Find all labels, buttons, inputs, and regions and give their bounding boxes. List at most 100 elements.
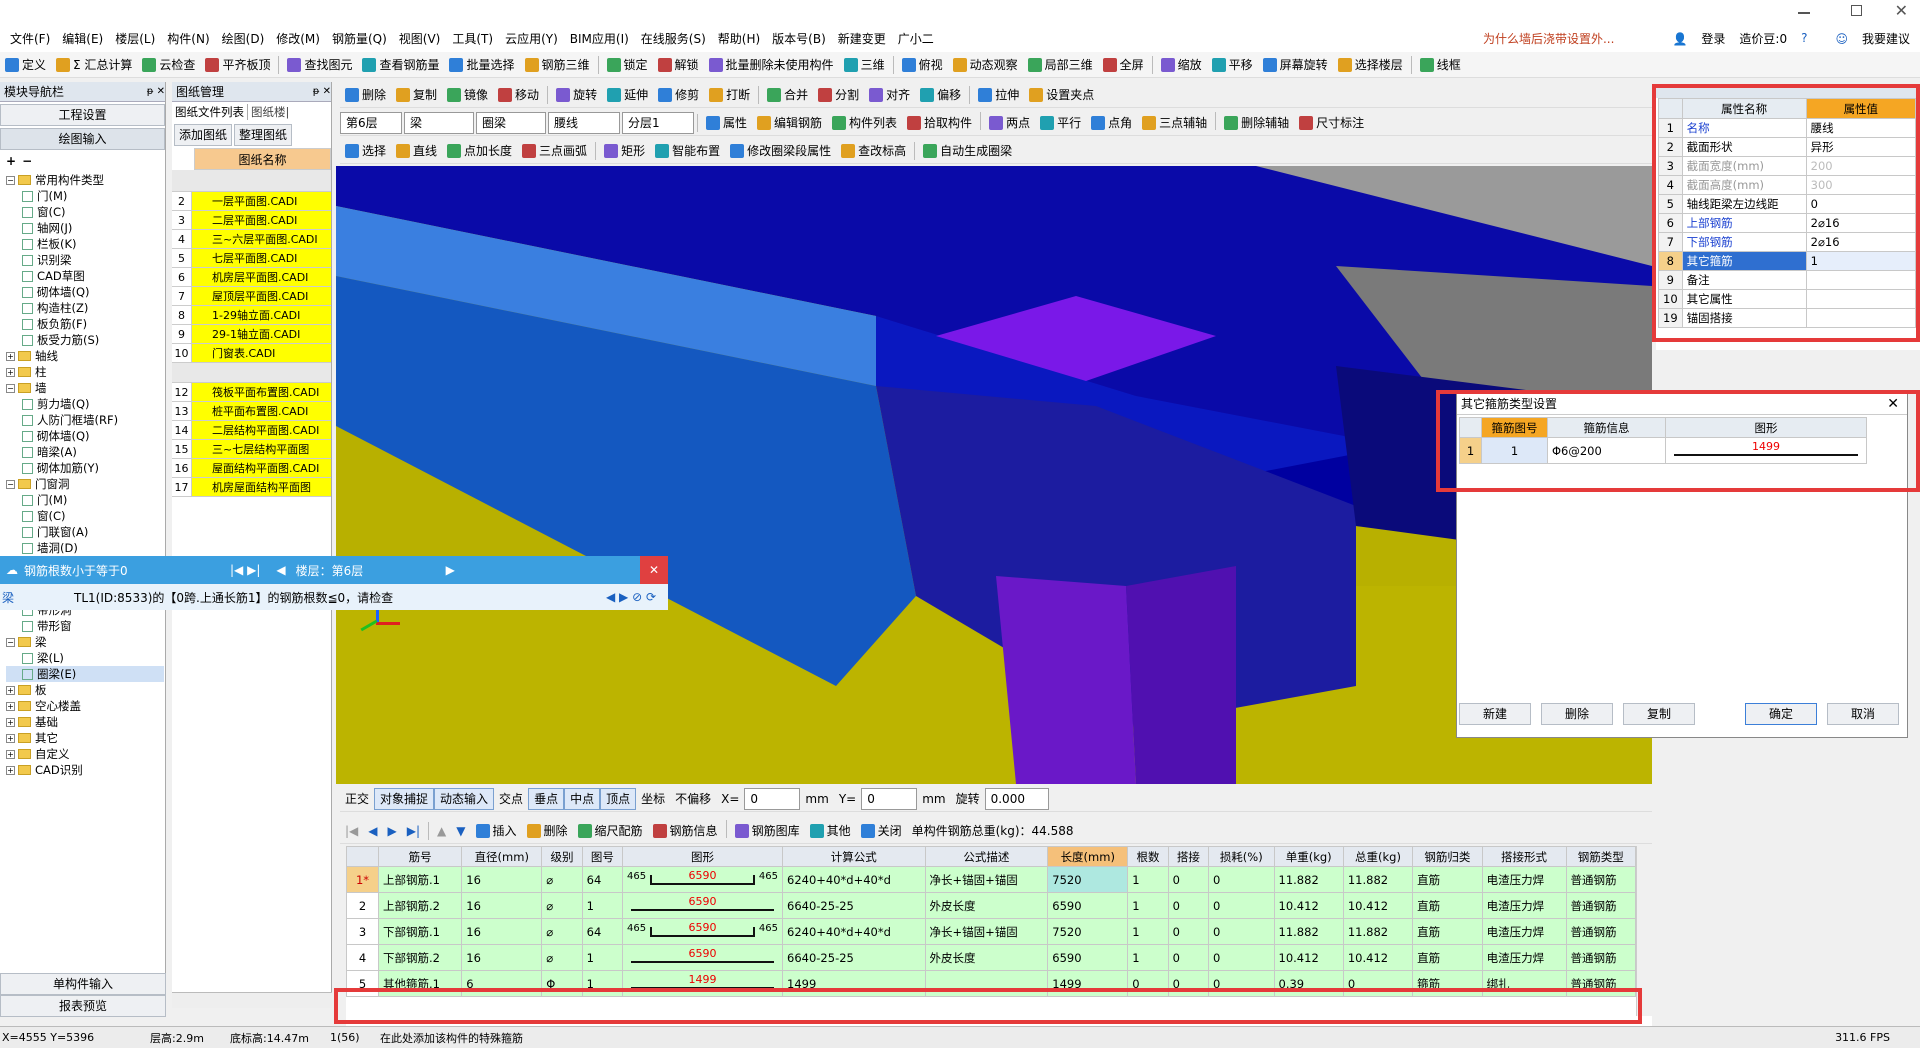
rebar-cell-tw[interactable]: 0 bbox=[1342, 970, 1414, 997]
expand-icon[interactable]: + bbox=[6, 701, 15, 711]
tree-item[interactable]: 带形窗 bbox=[6, 618, 164, 634]
draw-tool-0[interactable]: 选择 bbox=[340, 140, 391, 162]
rebar-cell-type[interactable]: 普通钢筋 bbox=[1565, 944, 1636, 971]
rotate-checkbox[interactable]: 旋转 bbox=[951, 788, 985, 810]
rebar-cell-len[interactable]: 6590 bbox=[1047, 892, 1129, 919]
expand-icon[interactable]: + bbox=[6, 717, 15, 727]
rebar-cell-uw[interactable]: 11.882 bbox=[1273, 866, 1344, 893]
expand-icon[interactable]: − bbox=[6, 479, 15, 489]
restore-icon[interactable] bbox=[1851, 5, 1862, 16]
prev-icon[interactable]: ◀ bbox=[363, 820, 382, 842]
tree-item[interactable]: 栏板(K) bbox=[6, 236, 165, 252]
main-tool-6[interactable]: 批量选择 bbox=[444, 54, 519, 76]
main-tool-1[interactable]: Σ 汇总计算 bbox=[51, 54, 137, 76]
menu-item[interactable]: 视图(V) bbox=[393, 30, 447, 47]
single-component-input-button[interactable]: 单构件输入 bbox=[0, 973, 166, 995]
tree-item[interactable]: + CAD识别 bbox=[6, 762, 164, 778]
expand-icon[interactable]: + bbox=[6, 733, 15, 743]
rebar-cell-name[interactable]: 下部钢筋.2 bbox=[377, 944, 463, 971]
property-row[interactable]: 10 其它属性 bbox=[1658, 289, 1917, 309]
draw-tool-5[interactable]: 智能布置 bbox=[650, 140, 725, 162]
dialog-close-icon[interactable]: ✕ bbox=[1887, 396, 1899, 412]
snap-6[interactable]: 顶点 bbox=[600, 787, 637, 810]
rebar-cell-name[interactable]: 上部钢筋.1 bbox=[377, 866, 463, 893]
drawing-row[interactable]: 10 门窗表.CADI bbox=[172, 344, 331, 363]
property-value[interactable]: 1 bbox=[1805, 251, 1917, 271]
drawing-row[interactable]: 16 屋面结构平面图.CADI bbox=[172, 459, 331, 478]
rebar-cell-d[interactable]: 16 bbox=[461, 944, 543, 971]
down-icon[interactable]: ▼ bbox=[451, 820, 470, 842]
comp-tool-6[interactable]: 点角 bbox=[1086, 112, 1137, 134]
rebar-cell-cls[interactable]: 箍筋 bbox=[1412, 970, 1483, 997]
drawing-row[interactable]: 2 一层平面图.CADI bbox=[172, 192, 331, 211]
warning-message-row[interactable]: 梁 TL1(ID:8533)的【0跨.上通长筋1】的钢筋根数≦0，请检查 ◀ ▶… bbox=[0, 584, 668, 610]
close-icon[interactable]: ✕ bbox=[1895, 1, 1908, 20]
property-value[interactable]: 异形 bbox=[1805, 137, 1917, 157]
main-tool-9[interactable]: 解锁 bbox=[653, 54, 704, 76]
offset-select[interactable]: 不偏移 bbox=[670, 788, 716, 810]
drawing-row[interactable]: 15 三~七层结构平面图 bbox=[172, 440, 331, 459]
rebar-shape-cell[interactable]: 465 6590 465 bbox=[622, 866, 784, 893]
rebar-cell-lv[interactable]: ⌀ bbox=[541, 866, 583, 893]
tree-item[interactable]: 暗梁(A) bbox=[6, 444, 165, 460]
main-tool-13[interactable]: 动态观察 bbox=[948, 54, 1023, 76]
ad-link[interactable]: 为什么墙后浇带设置外... bbox=[1483, 30, 1614, 47]
comp-tool-9[interactable]: 尺寸标注 bbox=[1294, 112, 1369, 134]
tree-item[interactable]: 门(M) bbox=[6, 188, 165, 204]
rebar-cell-type[interactable]: 普通钢筋 bbox=[1565, 892, 1636, 919]
rebar-cell-desc[interactable] bbox=[924, 970, 1049, 997]
cancel-button[interactable]: 取消 bbox=[1827, 703, 1899, 725]
rebar-cell-lapf[interactable]: 电渣压力焊 bbox=[1481, 892, 1567, 919]
rebar-cell-lv[interactable]: ⌀ bbox=[541, 944, 583, 971]
property-value[interactable]: 腰线 bbox=[1805, 118, 1917, 138]
main-tool-3[interactable]: 平齐板顶 bbox=[200, 54, 275, 76]
rebar-cell-d[interactable]: 6 bbox=[461, 970, 543, 997]
rebar-shape-cell[interactable]: 6590 bbox=[622, 892, 784, 919]
drawing-row[interactable]: 14 二层结构平面图.CADI bbox=[172, 421, 331, 440]
rebar-shape-cell[interactable]: 1499 bbox=[622, 970, 784, 997]
rebar-row[interactable]: 1* 上部钢筋.1 16 ⌀ 64 465 6590 465 6240+40*d+40*d 净长+… bbox=[346, 866, 1636, 893]
tree-item[interactable]: + 空心楼盖 bbox=[6, 698, 164, 714]
rebar-row[interactable]: 4 下部钢筋.2 16 ⌀ 1 6590 6640-25-25 外皮长度 6590 1 0 0 10.4… bbox=[346, 944, 1636, 971]
rebar-cell-loss[interactable]: 0 bbox=[1208, 944, 1275, 971]
collapse-all-icon[interactable]: − bbox=[22, 154, 32, 168]
rebar-cell-d[interactable]: 16 bbox=[461, 866, 543, 893]
expand-icon[interactable]: + bbox=[6, 367, 15, 377]
next-floor-icon[interactable]: ▶ bbox=[446, 563, 455, 577]
edit-tool-1[interactable]: 复制 bbox=[391, 84, 442, 106]
rebar-cell-lap[interactable]: 0 bbox=[1167, 944, 1210, 971]
layer-select[interactable]: 分层1 bbox=[622, 111, 694, 134]
property-value[interactable]: 2⌀16 bbox=[1805, 213, 1917, 233]
rebar-cell-len[interactable]: 1499 bbox=[1047, 970, 1129, 997]
property-value[interactable]: 0 bbox=[1805, 194, 1917, 214]
rebar-tool-3[interactable]: 钢筋信息 bbox=[648, 820, 723, 842]
rebar-cell-desc[interactable]: 外皮长度 bbox=[924, 892, 1049, 919]
angle-input[interactable]: 0.000 bbox=[984, 787, 1049, 810]
report-preview-button[interactable]: 报表预览 bbox=[0, 995, 166, 1017]
rebar-cell-formula[interactable]: 1499 bbox=[782, 970, 926, 997]
rebar-cell-formula[interactable]: 6240+40*d+40*d bbox=[782, 866, 926, 893]
y-input[interactable]: 0 bbox=[861, 787, 918, 810]
drawing-row[interactable]: 6 机房层平面图.CADI bbox=[172, 268, 331, 287]
tree-item[interactable]: 识别梁 bbox=[6, 252, 165, 268]
draw-tool-8[interactable]: 自动生成圈梁 bbox=[918, 140, 1017, 162]
edit-tool-13[interactable]: 设置夹点 bbox=[1024, 84, 1099, 106]
property-row[interactable]: 4 截面高度(mm) 300 bbox=[1658, 175, 1917, 195]
expand-icon[interactable]: + bbox=[6, 749, 15, 759]
rebar-cell-lv[interactable]: Φ bbox=[541, 970, 583, 997]
tree-item[interactable]: 窗(C) bbox=[6, 508, 165, 524]
main-tool-8[interactable]: 锁定 bbox=[602, 54, 653, 76]
main-tool-7[interactable]: 钢筋三维 bbox=[520, 54, 595, 76]
rebar-cell-fig[interactable]: 64 bbox=[581, 918, 624, 945]
snap-3[interactable]: 交点 bbox=[494, 788, 528, 810]
expand-icon[interactable]: + bbox=[6, 765, 15, 775]
rebar-cell-lapf[interactable]: 电渣压力焊 bbox=[1481, 944, 1567, 971]
rebar-cell-formula[interactable]: 6640-25-25 bbox=[782, 944, 926, 971]
rebar-cell-desc[interactable]: 净长+锚固+锚固 bbox=[924, 866, 1049, 893]
comp-tool-8[interactable]: 删除辅轴 bbox=[1219, 112, 1294, 134]
rebar-tool-6[interactable]: 关闭 bbox=[856, 820, 907, 842]
rebar-row[interactable]: 5 其他箍筋.1 6 Φ 1 1499 1499 1499 0 0 0 0.39 0 箍筋 绑扎 普通钢筋 bbox=[346, 970, 1636, 997]
main-tool-17[interactable]: 平移 bbox=[1207, 54, 1258, 76]
rebar-cell-lapf[interactable]: 电渣压力焊 bbox=[1481, 918, 1567, 945]
rebar-cell-loss[interactable]: 0 bbox=[1208, 970, 1275, 997]
